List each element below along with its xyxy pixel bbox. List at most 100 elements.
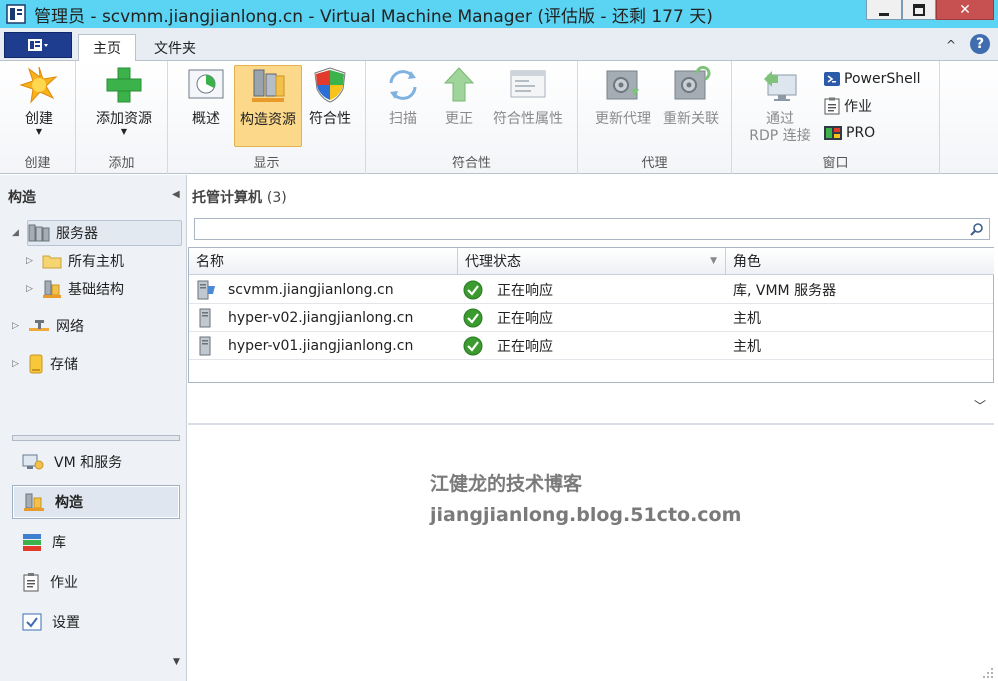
tree-item-network[interactable]: ▷ 网络: [12, 314, 84, 338]
powershell-button[interactable]: PowerShell: [824, 68, 920, 90]
cell-role: 主机: [733, 311, 761, 327]
chevron-down-icon: ▼: [120, 127, 128, 136]
jobs-ribbon-button[interactable]: 作业: [824, 95, 872, 117]
column-header-agent-status[interactable]: 代理状态 ▼: [458, 248, 726, 275]
reassociate-button[interactable]: 重新关联: [658, 65, 724, 147]
help-icon[interactable]: ?: [970, 34, 990, 54]
expanded-arrow-icon[interactable]: ◢: [12, 228, 22, 238]
workspace-jobs[interactable]: 作业: [12, 565, 180, 599]
chevron-down-icon[interactable]: ▼: [173, 657, 180, 667]
tree-item-infrastructure[interactable]: ▷ 基础结构: [26, 277, 124, 301]
workspace-label: 作业: [50, 575, 78, 591]
ribbon-collapse-icon[interactable]: ^: [946, 38, 956, 52]
workspace-fabric[interactable]: 构造: [12, 485, 180, 519]
tree-item-storage[interactable]: ▷ 存储: [12, 352, 78, 376]
row-icon-cell: [196, 304, 216, 332]
file-menu-button[interactable]: [4, 32, 72, 58]
watermark-url: jiangjianlong.blog.51cto.com: [430, 504, 742, 526]
group-label-add: 添加: [108, 156, 135, 171]
search-input[interactable]: [194, 218, 990, 240]
workspace-library[interactable]: 库: [12, 525, 180, 559]
close-button[interactable]: ✕: [936, 0, 994, 20]
rdp-connect-button[interactable]: 通过 RDP 连接: [742, 65, 818, 147]
nav-header: 构造: [8, 190, 36, 206]
tree-item-label: 所有主机: [68, 254, 124, 270]
tab-home[interactable]: 主页: [78, 34, 136, 62]
group-label-show: 显示: [253, 156, 280, 171]
column-header-label: 名称: [196, 254, 224, 270]
minimize-button[interactable]: [866, 0, 902, 20]
compliance-view-label: 符合性: [309, 111, 351, 127]
workspace-splitter[interactable]: [12, 435, 180, 441]
status-ok-icon: [463, 336, 483, 356]
group-label-create: 创建: [24, 156, 51, 171]
compliance-properties-icon: [510, 70, 546, 98]
ribbon-group-add: 添加资源 ▼ 添加: [76, 61, 168, 174]
create-button[interactable]: 创建 ▼: [8, 65, 70, 147]
compliance-view-button[interactable]: 符合性: [302, 65, 358, 147]
starburst-icon: [19, 66, 58, 104]
collapse-pane-icon[interactable]: ◀: [172, 189, 180, 200]
details-pane-header: ﹀: [188, 383, 994, 425]
workspace-vm-services[interactable]: VM 和服务: [12, 445, 180, 479]
cell-status: 正在响应: [497, 283, 553, 299]
folder-icon: [42, 255, 62, 269]
row-status-cell: [463, 332, 483, 360]
add-resources-button[interactable]: 添加资源 ▼: [90, 65, 158, 147]
ribbon-group-agent: 更新代理 重新关联 代理: [578, 61, 732, 174]
tab-folder[interactable]: 文件夹: [140, 34, 210, 61]
infrastructure-icon: [43, 280, 61, 298]
pro-icon: [824, 126, 842, 140]
tree-item-servers[interactable]: ◢ 服务器: [12, 221, 98, 245]
library-books-icon: [23, 534, 41, 551]
maximize-button[interactable]: [902, 0, 936, 20]
collapsed-arrow-icon[interactable]: ▷: [12, 359, 22, 369]
sort-arrow-icon: ▼: [710, 256, 717, 266]
table-row[interactable]: hyper-v01.jiangjianlong.cn 正在响应 主机: [189, 332, 993, 360]
collapsed-arrow-icon[interactable]: ▷: [26, 256, 36, 266]
table-row[interactable]: scvmm.jiangjianlong.cn 正在响应 库, VMM 服务器: [189, 276, 993, 304]
ribbon: 创建 ▼ 创建 添加资源 ▼ 添加 概述 构造资源 符合性 显示 扫描 更正 符…: [0, 61, 998, 174]
row-icon-cell: [196, 332, 216, 360]
column-header-label: 代理状态: [465, 254, 521, 270]
rdp-connect-icon: [764, 71, 797, 101]
workspace-settings[interactable]: 设置: [12, 605, 180, 639]
resize-grip-icon[interactable]: [980, 665, 994, 679]
tree-item-label: 服务器: [56, 226, 98, 242]
collapsed-arrow-icon[interactable]: ▷: [26, 284, 36, 294]
collapsed-arrow-icon[interactable]: ▷: [12, 321, 22, 331]
jobs-ribbon-label: 作业: [844, 99, 872, 115]
host-server-icon: [199, 336, 211, 356]
host-server-icon: [199, 308, 211, 328]
table-row[interactable]: hyper-v02.jiangjianlong.cn 正在响应 主机: [189, 304, 993, 332]
compliance-properties-label: 符合性属性: [493, 111, 563, 127]
network-icon: [29, 320, 49, 331]
green-plus-icon: [106, 67, 142, 103]
remediate-button[interactable]: 更正: [434, 65, 484, 147]
jobs-icon: [23, 573, 39, 592]
update-agent-button[interactable]: 更新代理: [590, 65, 656, 147]
search-icon[interactable]: [969, 221, 985, 237]
update-agent-label: 更新代理: [595, 111, 651, 127]
pro-label: PRO: [846, 125, 876, 141]
row-status-cell: [463, 276, 483, 304]
main-content: 托管计算机 (3) 名称 代理状态 ▼ 角色 scvmm.jiangjianlo…: [188, 175, 998, 681]
vmm-server-icon: [197, 280, 215, 300]
group-label-compliance: 符合性: [451, 156, 491, 171]
fabric-resources-label: 构造资源: [240, 112, 296, 128]
ribbon-group-compliance: 扫描 更正 符合性属性 符合性: [366, 61, 578, 174]
remediate-label: 更正: [445, 111, 473, 127]
column-header-name[interactable]: 名称: [189, 248, 458, 275]
pro-button[interactable]: PRO: [824, 122, 875, 144]
remediate-arrow-icon: [443, 67, 475, 102]
chevron-down-icon[interactable]: ﹀: [974, 397, 986, 414]
cell-role: 主机: [733, 339, 761, 355]
compliance-properties-button[interactable]: 符合性属性: [488, 65, 568, 147]
window-title: 管理员 - scvmm.jiangjianlong.cn - Virtual M…: [34, 6, 713, 27]
fabric-resources-button[interactable]: 构造资源: [234, 65, 302, 147]
close-icon: ✕: [959, 1, 971, 18]
column-header-role[interactable]: 角色: [726, 248, 994, 275]
scan-button[interactable]: 扫描: [378, 65, 428, 147]
overview-button[interactable]: 概述: [178, 65, 234, 147]
tree-item-all-hosts[interactable]: ▷ 所有主机: [26, 249, 124, 273]
